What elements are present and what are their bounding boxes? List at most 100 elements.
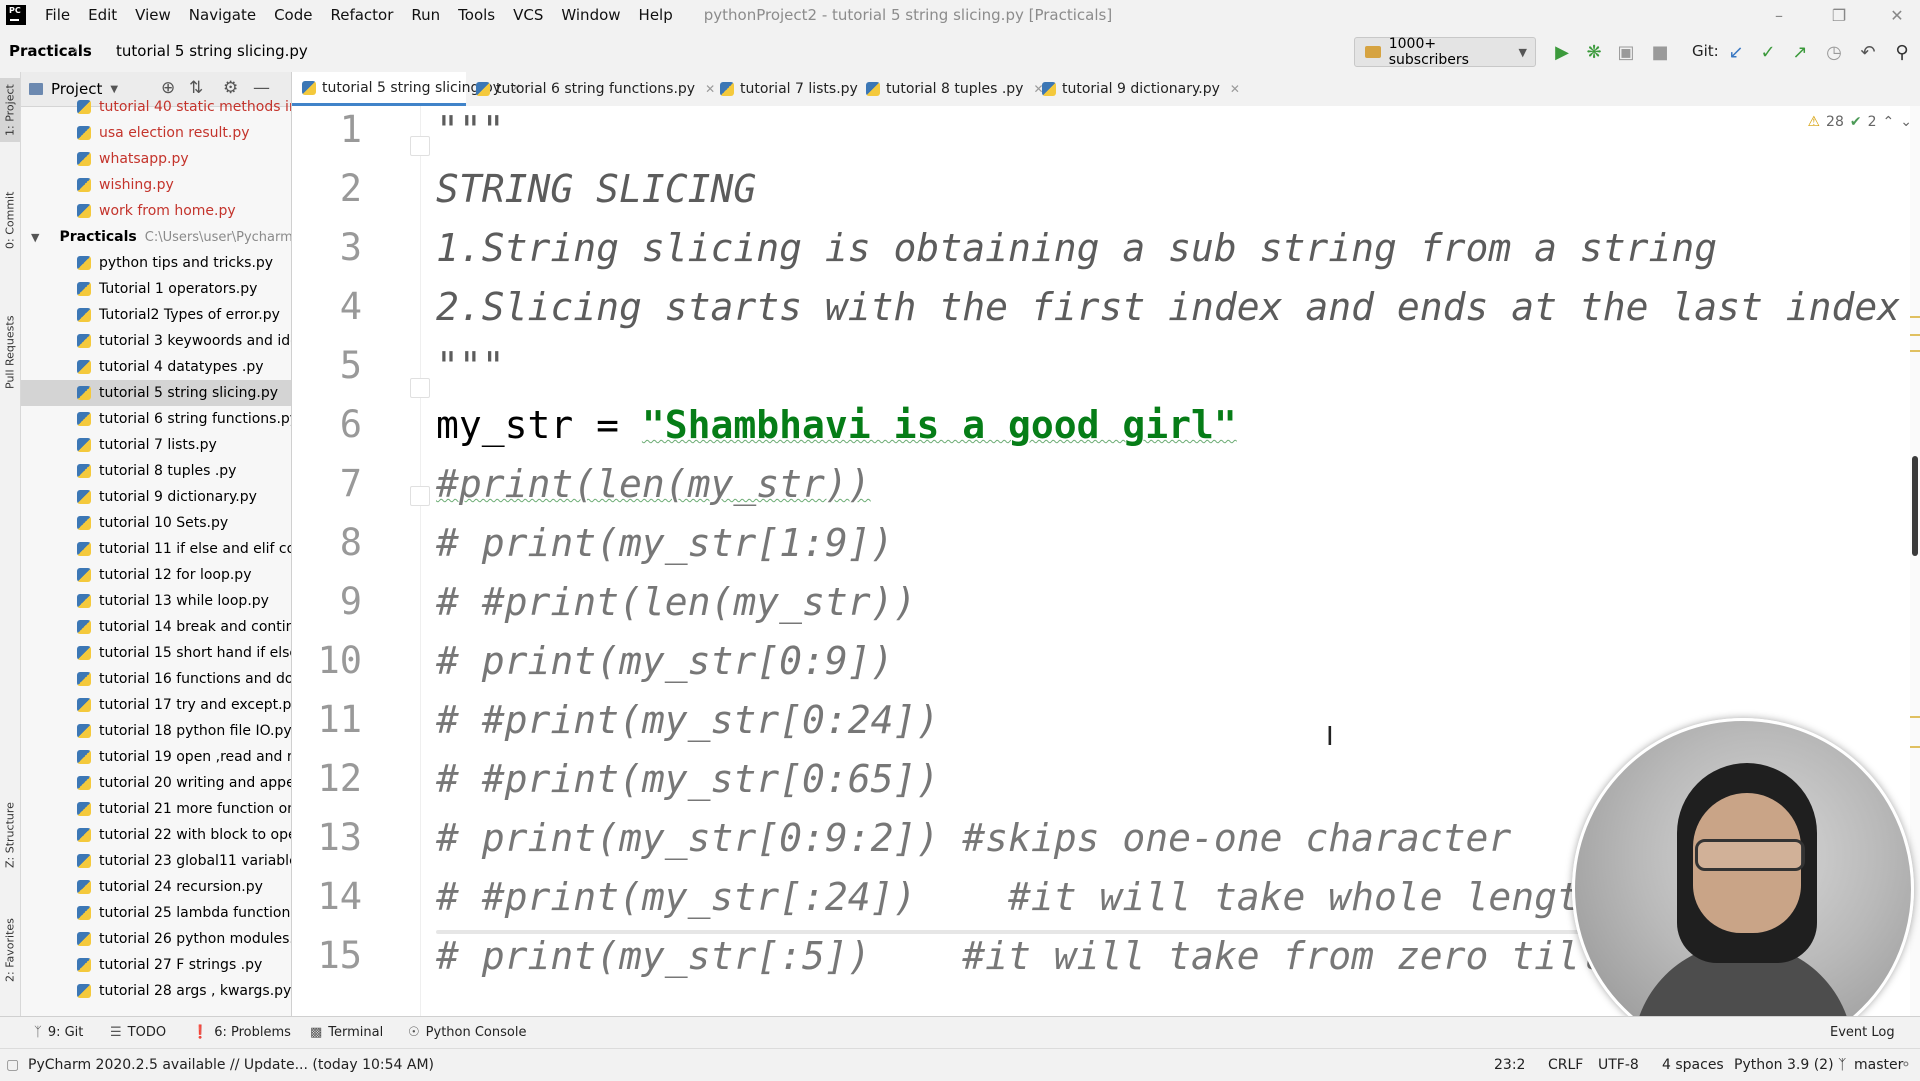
menu-navigate[interactable]: Navigate (180, 6, 265, 24)
caret-position[interactable]: 23:2 (1494, 1057, 1525, 1073)
error-stripe-marker[interactable] (1910, 316, 1920, 318)
search-icon[interactable]: ⚲ (1890, 40, 1914, 64)
tool-problems[interactable]: ❗ 6: Problems (192, 1025, 291, 1040)
tree-file-item[interactable]: tutorial 21 more function on t (21, 796, 291, 822)
menu-run[interactable]: Run (402, 6, 449, 24)
minimize-icon[interactable]: – (1756, 0, 1802, 30)
code-line[interactable]: # print(my_str[1:9]) (436, 521, 894, 565)
tree-file-item[interactable]: tutorial 19 open ,read and rea (21, 744, 291, 770)
fold-marker-icon[interactable] (410, 378, 430, 398)
tool-todo[interactable]: ☰ TODO (110, 1025, 166, 1040)
error-stripe-marker[interactable] (1910, 716, 1920, 718)
code-line[interactable]: # print(my_str[0:9:2]) #skips one-one ch… (436, 816, 1511, 860)
python-interpreter[interactable]: Python 3.9 (2) (1734, 1057, 1834, 1073)
git-update-icon[interactable]: ↙ (1724, 40, 1748, 64)
tree-file-item[interactable]: tutorial 9 dictionary.py (21, 484, 291, 510)
tab-pull-requests-tool[interactable]: Pull Requests (0, 302, 20, 402)
tree-file-item[interactable]: usa election result.py (21, 120, 291, 146)
breadcrumb-file[interactable]: tutorial 5 string slicing.py (116, 42, 308, 60)
tree-file-item[interactable]: tutorial 18 python file IO.py (21, 718, 291, 744)
menu-file[interactable]: File (36, 6, 79, 24)
history-icon[interactable]: ◷ (1822, 40, 1846, 64)
tab-commit-tool[interactable]: 0: Commit (0, 184, 20, 256)
code-line[interactable]: # #print(len(my_str)) (436, 580, 916, 624)
chevron-up-icon[interactable]: ⌃ (1883, 114, 1895, 130)
editor-tab[interactable]: tutorial 9 dictionary.py ✕ (1032, 72, 1240, 106)
tree-file-item[interactable]: tutorial 20 writing and appen (21, 770, 291, 796)
menu-edit[interactable]: Edit (79, 6, 126, 24)
tree-file-item[interactable]: tutorial 6 string functions.py (21, 406, 291, 432)
tab-favorites-tool[interactable]: 2: Favorites (0, 902, 20, 998)
tree-file-item[interactable]: work from home.py (21, 198, 291, 224)
event-log[interactable]: Event Log (1830, 1025, 1895, 1040)
stop-icon[interactable]: ■ (1648, 40, 1672, 64)
menu-tools[interactable]: Tools (449, 6, 504, 24)
file-encoding[interactable]: UTF-8 (1598, 1057, 1639, 1073)
tool-terminal[interactable]: ▩ Terminal (310, 1025, 383, 1040)
tree-file-item[interactable]: tutorial 26 python modules.p (21, 926, 291, 952)
menu-help[interactable]: Help (630, 6, 682, 24)
tree-file-item[interactable]: tutorial 22 with block to oper (21, 822, 291, 848)
rollback-icon[interactable]: ↶ (1856, 40, 1880, 64)
tree-file-item[interactable]: tutorial 3 keywoords and iden (21, 328, 291, 354)
run-configuration-select[interactable]: 1000+ subscribers ▼ (1354, 36, 1536, 68)
tree-file-item[interactable]: tutorial 5 string slicing.py (21, 380, 291, 406)
tree-file-item[interactable]: tutorial 7 lists.py (21, 432, 291, 458)
menu-vcs[interactable]: VCS (504, 6, 552, 24)
tree-file-item[interactable]: tutorial 23 global11 variable. (21, 848, 291, 874)
code-line[interactable]: 1.String slicing is obtaining a sub stri… (436, 226, 1717, 270)
tree-file-item[interactable]: wishing.py (21, 172, 291, 198)
tree-file-item[interactable]: tutorial 4 datatypes .py (21, 354, 291, 380)
tree-folder-practicals[interactable]: ▼ Practicals C:\Users\user\Pycharm (21, 224, 291, 250)
scrollbar-thumb[interactable] (1912, 456, 1918, 556)
tree-file-item[interactable]: tutorial 24 recursion.py (21, 874, 291, 900)
editor-tab[interactable]: tutorial 5 string slicing.py ✕ (292, 72, 521, 106)
tree-file-item[interactable]: tutorial 10 Sets.py (21, 510, 291, 536)
code-line[interactable]: my_str = "Shambhavi is a good girl" (436, 403, 1237, 447)
code-line[interactable]: """ (436, 344, 505, 388)
line-separator[interactable]: CRLF (1548, 1057, 1583, 1073)
tree-file-item[interactable]: whatsapp.py (21, 146, 291, 172)
tree-file-item[interactable]: Tutorial 1 operators.py (21, 276, 291, 302)
fold-marker-icon[interactable] (410, 136, 430, 156)
menu-view[interactable]: View (126, 6, 180, 24)
code-line[interactable]: # #print(my_str[0:65]) (436, 757, 939, 801)
code-line[interactable]: #print(len(my_str)) (436, 462, 871, 506)
editor-tab[interactable]: tutorial 7 lists.py✕ (710, 72, 878, 106)
code-line[interactable]: # #print(my_str[0:24]) (436, 698, 939, 742)
menu-code[interactable]: Code (265, 6, 321, 24)
code-line[interactable]: # print(my_str[0:9]) (436, 639, 894, 683)
inspection-widget[interactable]: ⚠ 28 ✔ 2 ⌃ ⌄ (1807, 114, 1912, 130)
menu-refactor[interactable]: Refactor (321, 6, 402, 24)
tree-file-item[interactable]: tutorial 15 short hand if else.p (21, 640, 291, 666)
git-commit-icon[interactable]: ✓ (1756, 40, 1780, 64)
tree-file-item[interactable]: Tutorial2 Types of error.py (21, 302, 291, 328)
tree-file-item[interactable]: tutorial 8 tuples .py (21, 458, 291, 484)
git-push-icon[interactable]: ↗ (1788, 40, 1812, 64)
tree-file-item[interactable]: tutorial 25 lambda function.p (21, 900, 291, 926)
indent-setting[interactable]: 4 spaces (1662, 1057, 1724, 1073)
tab-structure-tool[interactable]: Z: Structure (0, 792, 20, 878)
status-message[interactable]: PyCharm 2020.2.5 available // Update... … (28, 1057, 434, 1073)
code-line[interactable]: """ (436, 108, 505, 152)
editor-tab[interactable]: tutorial 6 string functions.py ✕ (466, 72, 715, 106)
tree-file-item[interactable]: tutorial 11 if else and elif con (21, 536, 291, 562)
lock-icon[interactable]: ⚬ (1900, 1057, 1912, 1073)
code-line[interactable]: # print(my_str[:5]) #it will take from z… (436, 934, 1603, 978)
menu-window[interactable]: Window (552, 6, 629, 24)
tree-file-item[interactable]: tutorial 16 functions and doc (21, 666, 291, 692)
chevron-down-icon[interactable]: ▼ (31, 231, 39, 244)
tab-project-tool[interactable]: 1: Project (0, 78, 20, 142)
tree-file-item[interactable]: tutorial 12 for loop.py (21, 562, 291, 588)
code-line[interactable]: STRING SLICING (436, 167, 756, 211)
debug-icon[interactable]: ❋ (1582, 40, 1606, 64)
tool-git[interactable]: ᛉ 9: Git (34, 1025, 83, 1040)
tree-file-item[interactable]: tutorial 17 try and except.py (21, 692, 291, 718)
coverage-icon[interactable]: ▣ (1614, 40, 1638, 64)
tool-python-console[interactable]: ☉ Python Console (408, 1025, 526, 1040)
git-branch[interactable]: master (1854, 1057, 1903, 1073)
close-icon[interactable]: ✕ (1874, 0, 1920, 30)
restore-icon[interactable]: ❐ (1816, 0, 1862, 30)
breadcrumb-project[interactable]: Practicals (9, 42, 92, 60)
run-icon[interactable]: ▶ (1550, 40, 1574, 64)
